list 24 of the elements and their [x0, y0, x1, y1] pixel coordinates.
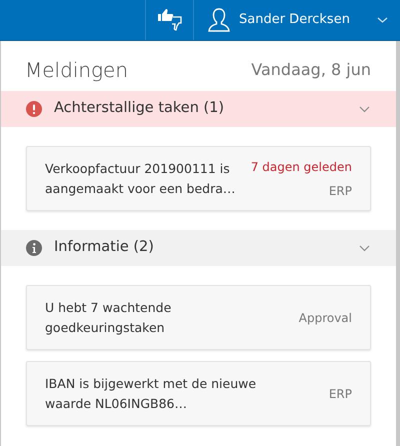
user-icon [208, 8, 230, 32]
user-name: Sander Dercksen [239, 11, 351, 30]
chevron-down-icon [359, 244, 370, 252]
overdue-time: 7 dagen geleden [250, 158, 352, 176]
info-icon [26, 240, 42, 256]
section-header[interactable]: Informatie (2) [1, 230, 396, 266]
chevron-down-icon [359, 106, 370, 112]
notification-text: U hebt 7 wachtende goedkeuringstaken [45, 298, 172, 337]
source-label: ERP [328, 386, 352, 402]
panel-title: Meldingen [25, 57, 128, 84]
notification-text: IBAN is bijgewerkt met de nieuwe waarde NL06INGB86… [45, 374, 258, 412]
notification-card[interactable]: IBAN is bijgewerkt met de nieuwe waarde NL06INGB86… ERP [26, 361, 371, 426]
thumbs-up-down-icon [156, 9, 182, 31]
notification-card[interactable]: Verkoopfactuur 201900111 is aangemaakt voor een bedra… 7 dagen geleden ERP [26, 146, 371, 211]
feedback-button[interactable] [145, 0, 194, 40]
section-header[interactable]: Achterstallige taken (1) [1, 91, 396, 127]
notification-text: Verkoopfactuur 201900111 is aangemaakt voor een bedra… [45, 160, 236, 198]
source-label: Approval [298, 310, 352, 326]
chevron-down-icon [377, 17, 388, 23]
user-menu-button[interactable]: Sander Dercksen [194, 0, 400, 40]
notification-card[interactable]: U hebt 7 wachtende goedkeuringstaken Approval [26, 285, 371, 350]
alert-icon [26, 101, 42, 117]
date-label: Vandaag, 8 jun [251, 59, 371, 81]
source-label: ERP [328, 182, 352, 200]
